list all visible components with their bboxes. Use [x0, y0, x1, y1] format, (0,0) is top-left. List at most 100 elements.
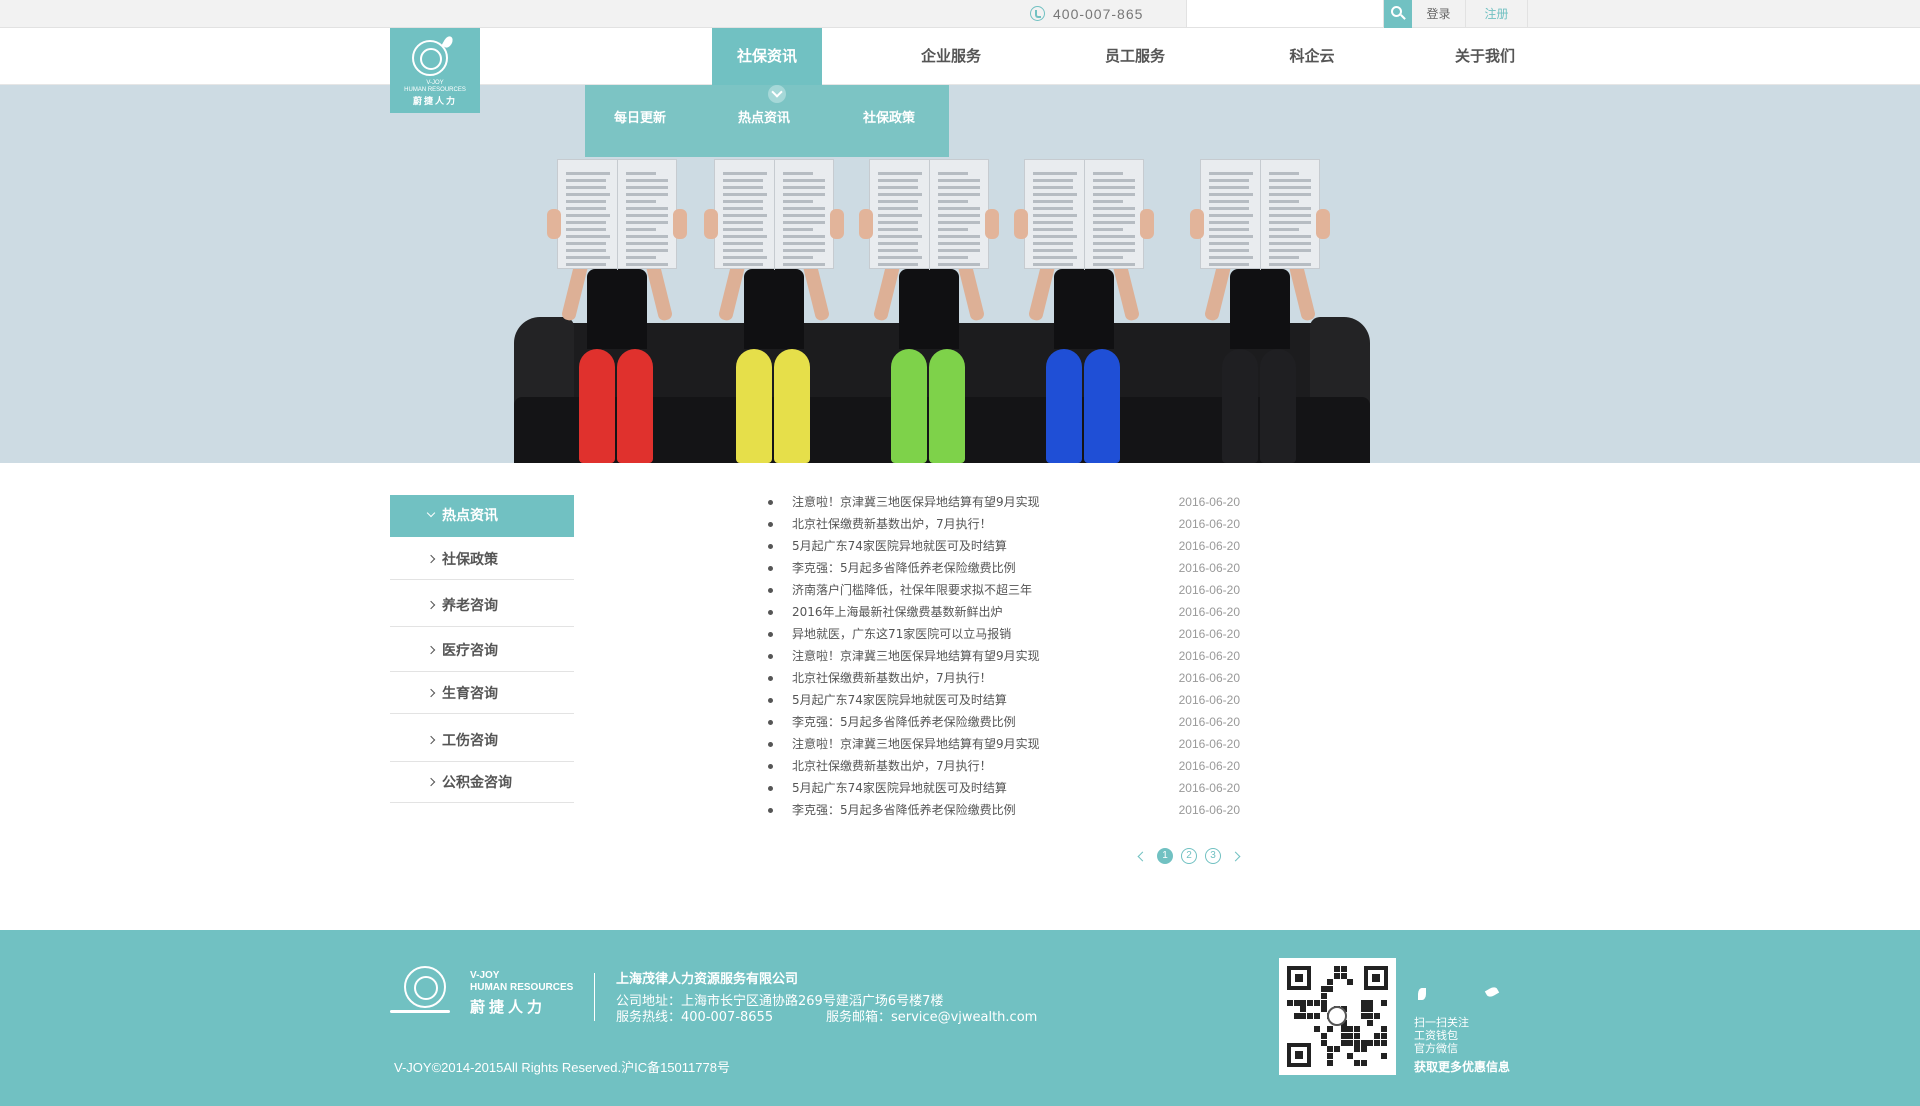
- hotline: 400-007-865: [1030, 0, 1143, 28]
- list-item[interactable]: 李克强：5月起多省降低养老保险缴费比例 2016-06-20: [768, 557, 1240, 579]
- company-name: 上海茂律人力资源服务有限公司: [616, 972, 799, 987]
- list-item[interactable]: 李克强：5月起多省降低养老保险缴费比例 2016-06-20: [768, 799, 1240, 821]
- hotline-number: 400-007-865: [1053, 6, 1144, 22]
- nav-item-1[interactable]: 企业服务: [896, 28, 1006, 85]
- article-date: 2016-06-20: [1178, 759, 1240, 773]
- bullet-icon: [768, 500, 773, 505]
- brand-name-en: V-JOY: [426, 80, 444, 86]
- list-item[interactable]: 5月起广东74家医院异地就医可及时结算 2016-06-20: [768, 689, 1240, 711]
- nav-item-4[interactable]: 关于我们: [1430, 28, 1540, 85]
- list-item[interactable]: 李克强：5月起多省降低养老保险缴费比例 2016-06-20: [768, 711, 1240, 733]
- chevron-down-icon: [426, 508, 436, 518]
- article-title[interactable]: 李克强：5月起多省降低养老保险缴费比例: [792, 557, 1016, 579]
- top-utility-bar: 400-007-865 登录 注册: [0, 0, 1920, 28]
- list-item[interactable]: 济南落户门槛降低，社保年限要求拟不超三年 2016-06-20: [768, 579, 1240, 601]
- site-logo[interactable]: V-JOY HUMAN RESOURCES 蔚捷人力: [390, 28, 480, 113]
- sidebar-item-2[interactable]: 养老咨询: [390, 585, 574, 627]
- scan-caption-3: 官方微信: [1414, 1042, 1458, 1055]
- article-title[interactable]: 注意啦！京津冀三地医保异地结算有望9月实现: [792, 733, 1040, 755]
- page-2[interactable]: 2: [1181, 848, 1197, 864]
- article-title[interactable]: 注意啦！京津冀三地医保异地结算有望9月实现: [792, 645, 1040, 667]
- sidebar-item-3[interactable]: 医疗咨询: [390, 630, 574, 672]
- article-title[interactable]: 北京社保缴费新基数出炉，7月执行！: [792, 667, 992, 689]
- subnav-item-daily-update[interactable]: 每日更新: [614, 107, 666, 126]
- sidebar-item-label: 生育咨询: [442, 686, 498, 702]
- newspaper-icon: [869, 159, 989, 270]
- list-item[interactable]: 5月起广东74家医院异地就医可及时结算 2016-06-20: [768, 777, 1240, 799]
- article-title[interactable]: 李克强：5月起多省降低养老保险缴费比例: [792, 711, 1016, 733]
- bullet-icon: [768, 588, 773, 593]
- list-item[interactable]: 异地就医，广东这71家医院可以立马报销 2016-06-20: [768, 623, 1240, 645]
- service-email[interactable]: 服务邮箱：service@vjwealth.com: [826, 1006, 1037, 1025]
- bullet-icon: [768, 654, 773, 659]
- article-date: 2016-06-20: [1178, 649, 1240, 663]
- list-item[interactable]: 北京社保缴费新基数出炉，7月执行！ 2016-06-20: [768, 513, 1240, 535]
- newspaper-icon: [1024, 159, 1144, 270]
- scan-caption-1: 扫一扫关注: [1414, 1016, 1469, 1029]
- newspaper-reader: [1190, 159, 1330, 463]
- article-title[interactable]: 异地就医，广东这71家医院可以立马报销: [792, 623, 1011, 645]
- chevron-down-icon: [768, 85, 786, 103]
- article-title[interactable]: 5月起广东74家医院异地就医可及时结算: [792, 777, 1007, 799]
- list-item[interactable]: 注意啦！京津冀三地医保异地结算有望9月实现 2016-06-20: [768, 491, 1240, 513]
- get-more-offers: 获取更多优惠信息: [1414, 1060, 1511, 1074]
- article-date: 2016-06-20: [1178, 539, 1240, 553]
- login-link[interactable]: 登录: [1412, 0, 1466, 28]
- nav-item-2[interactable]: 员工服务: [1080, 28, 1190, 85]
- next-page-icon[interactable]: [1229, 849, 1243, 865]
- logo-mark-icon: [412, 40, 448, 76]
- search-button[interactable]: [1384, 0, 1412, 28]
- sidebar-item-6[interactable]: 公积金咨询: [390, 764, 574, 803]
- list-item[interactable]: 北京社保缴费新基数出炉，7月执行！ 2016-06-20: [768, 667, 1240, 689]
- article-title[interactable]: 注意啦！京津冀三地医保异地结算有望9月实现: [792, 491, 1040, 513]
- subnav-item-policy[interactable]: 社保政策: [863, 107, 915, 126]
- sidebar-item-0[interactable]: 热点资讯: [390, 495, 574, 537]
- subnav-dropdown: 每日更新 热点资讯 社保政策: [585, 85, 949, 157]
- article-date: 2016-06-20: [1178, 583, 1240, 597]
- article-date: 2016-06-20: [1178, 693, 1240, 707]
- footer-divider: [594, 973, 595, 1021]
- article-title[interactable]: 北京社保缴费新基数出炉，7月执行！: [792, 755, 992, 777]
- newspaper-icon: [557, 159, 677, 270]
- sidebar-item-5[interactable]: 工伤咨询: [390, 720, 574, 762]
- article-date: 2016-06-20: [1178, 737, 1240, 751]
- newspaper-icon: [714, 159, 834, 270]
- sidebar-item-4[interactable]: 生育咨询: [390, 675, 574, 714]
- bullet-icon: [768, 676, 773, 681]
- list-item[interactable]: 北京社保缴费新基数出炉，7月执行！ 2016-06-20: [768, 755, 1240, 777]
- sidebar-item-label: 公积金咨询: [442, 775, 512, 791]
- newspaper-reader: [547, 159, 687, 463]
- subnav-item-hot-news[interactable]: 热点资讯: [738, 107, 790, 126]
- chevron-right-icon: [426, 645, 436, 655]
- bullet-icon: [768, 742, 773, 747]
- article-title[interactable]: 5月起广东74家医院异地就医可及时结算: [792, 689, 1007, 711]
- list-item[interactable]: 2016年上海最新社保缴费基数新鲜出炉 2016-06-20: [768, 601, 1240, 623]
- register-link[interactable]: 注册: [1466, 0, 1528, 28]
- list-item[interactable]: 注意啦！京津冀三地医保异地结算有望9月实现 2016-06-20: [768, 645, 1240, 667]
- search-input[interactable]: [1186, 0, 1384, 28]
- article-date: 2016-06-20: [1178, 561, 1240, 575]
- page-1[interactable]: 1: [1157, 848, 1173, 864]
- list-item[interactable]: 注意啦！京津冀三地医保异地结算有望9月实现 2016-06-20: [768, 733, 1240, 755]
- newspaper-icon: [1200, 159, 1320, 270]
- article-title[interactable]: 李克强：5月起多省降低养老保险缴费比例: [792, 799, 1016, 821]
- sidebar-item-1[interactable]: 社保政策: [390, 541, 574, 580]
- prev-page-icon[interactable]: [1134, 849, 1148, 865]
- bullet-icon: [768, 720, 773, 725]
- nav-item-0[interactable]: 社保资讯: [712, 28, 822, 85]
- article-title[interactable]: 北京社保缴费新基数出炉，7月执行！: [792, 513, 992, 535]
- article-title[interactable]: 2016年上海最新社保缴费基数新鲜出炉: [792, 601, 1003, 623]
- bullet-icon: [768, 610, 773, 615]
- newspaper-reader: [704, 159, 844, 463]
- list-item[interactable]: 5月起广东74家医院异地就医可及时结算 2016-06-20: [768, 535, 1240, 557]
- article-title[interactable]: 5月起广东74家医院异地就医可及时结算: [792, 535, 1007, 557]
- article-date: 2016-06-20: [1178, 627, 1240, 641]
- chevron-right-icon: [426, 600, 436, 610]
- copyright: V-JOY©2014-2015All Rights Reserved.沪IC备1…: [394, 1060, 730, 1075]
- article-date: 2016-06-20: [1178, 803, 1240, 817]
- sidebar-item-label: 热点资讯: [442, 508, 498, 524]
- page-3[interactable]: 3: [1205, 848, 1221, 864]
- nav-item-3[interactable]: 科企云: [1262, 28, 1362, 85]
- article-date: 2016-06-20: [1178, 715, 1240, 729]
- article-title[interactable]: 济南落户门槛降低，社保年限要求拟不超三年: [792, 579, 1032, 601]
